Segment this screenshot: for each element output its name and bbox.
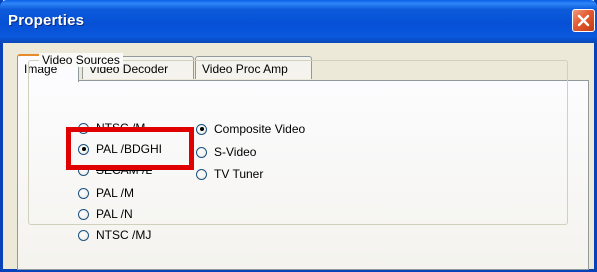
- video-sources-group-label: Video Sources: [39, 53, 123, 67]
- radio-pal-m[interactable]: PAL /M: [78, 185, 134, 201]
- radio-circle-icon: [196, 168, 207, 180]
- close-x-icon: [577, 14, 590, 27]
- radio-circle-icon: [78, 122, 89, 134]
- radio-tv-tuner[interactable]: TV Tuner: [196, 166, 263, 182]
- radio-circle-icon: [196, 146, 207, 158]
- radio-tv-tuner-label: TV Tuner: [214, 167, 264, 181]
- radio-pal-n[interactable]: PAL /N: [78, 206, 133, 222]
- radio-ntsc-mj-label: NTSC /MJ: [96, 228, 152, 242]
- radio-pal-bdghi-label: PAL /BDGHI: [96, 142, 163, 156]
- radio-pal-n-label: PAL /N: [96, 207, 133, 221]
- radio-pal-bdghi[interactable]: PAL /BDGHI: [78, 141, 162, 157]
- radio-circle-selected-icon: [196, 123, 207, 135]
- radio-circle-selected-icon: [78, 143, 89, 155]
- radio-s-video-label: S-Video: [214, 145, 257, 159]
- radio-secam-l-label: SECAM /L: [96, 163, 153, 177]
- radio-s-video[interactable]: S-Video: [196, 144, 256, 160]
- radio-circle-icon: [78, 187, 89, 199]
- close-button[interactable]: [572, 9, 595, 32]
- radio-secam-l[interactable]: SECAM /L: [78, 162, 152, 178]
- radio-ntsc-m[interactable]: NTSC /M: [78, 120, 145, 136]
- radio-ntsc-mj[interactable]: NTSC /MJ: [78, 227, 151, 243]
- radio-circle-icon: [78, 229, 89, 241]
- properties-window: Properties Image Video Decoder Video Pro…: [0, 0, 597, 272]
- radio-pal-m-label: PAL /M: [96, 186, 135, 200]
- radio-composite-video-label: Composite Video: [214, 122, 306, 136]
- radio-circle-icon: [78, 164, 89, 176]
- radio-circle-icon: [78, 208, 89, 220]
- radio-ntsc-m-label: NTSC /M: [96, 121, 146, 135]
- window-title: Properties: [8, 12, 85, 29]
- title-bar[interactable]: Properties: [0, 0, 597, 43]
- radio-composite-video[interactable]: Composite Video: [196, 121, 305, 137]
